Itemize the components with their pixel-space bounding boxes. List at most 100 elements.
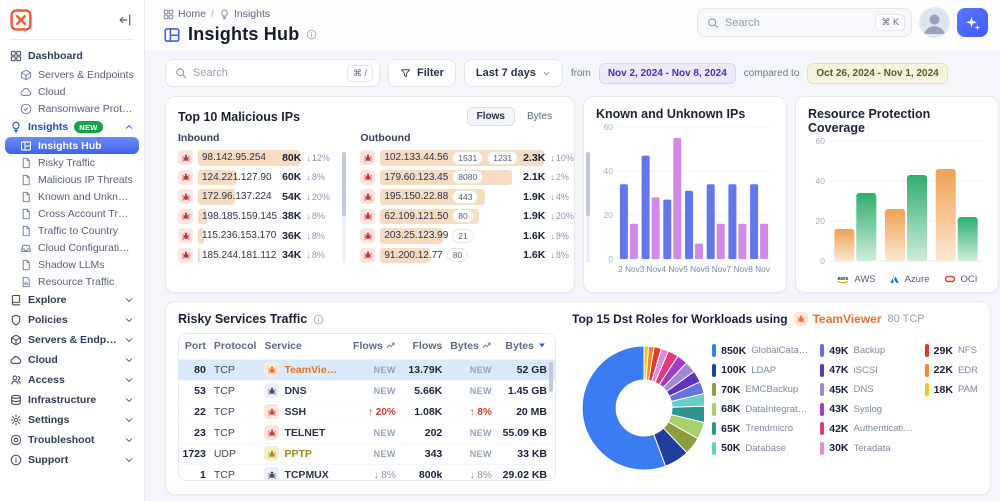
dashboard-search-input[interactable]: Search ⌘ / bbox=[165, 59, 380, 87]
table-row-dns[interactable]: 53TCPDNSNEW5.66KNEW1.45 GB bbox=[179, 380, 555, 401]
info-icon[interactable] bbox=[313, 314, 324, 325]
bug-icon bbox=[267, 365, 277, 375]
compare-date-range[interactable]: Oct 26, 2024 - Nov 1, 2024 bbox=[807, 63, 947, 84]
global-search-input[interactable]: Search ⌘ K bbox=[697, 8, 912, 37]
primary-date-range[interactable]: Nov 2, 2024 - Nov 8, 2024 bbox=[599, 63, 736, 84]
bug-icon bbox=[181, 211, 191, 221]
user-avatar[interactable] bbox=[920, 8, 949, 37]
date-range-select[interactable]: Last 7 days bbox=[464, 59, 563, 87]
scrollbar-thumb[interactable] bbox=[586, 152, 590, 216]
malicious-ip-row[interactable]: 195.150.22.884431.9K↓4% bbox=[360, 187, 582, 207]
sidebar-item-troubleshoot[interactable]: Troubleshoot bbox=[5, 430, 139, 450]
sidebar-item-settings[interactable]: Settings bbox=[5, 410, 139, 430]
sidebar-item-insights-hub[interactable]: Insights Hub bbox=[5, 137, 139, 154]
table-scrollbar[interactable] bbox=[549, 362, 553, 392]
sidebar-item-cloud[interactable]: Cloud bbox=[5, 350, 139, 370]
column-header-port[interactable]: Port bbox=[179, 334, 214, 359]
column-header-protocol[interactable]: Protocol bbox=[214, 334, 265, 359]
malicious-ip-row[interactable]: 62.109.121.50801.9K↓20% bbox=[360, 207, 582, 227]
table-row-pptp[interactable]: 1723UDPPPTPNEW343NEW33 KB bbox=[179, 443, 555, 464]
legend-item-backup[interactable]: 49KBackup bbox=[820, 344, 912, 357]
column-header-flows[interactable]: Flows bbox=[351, 334, 404, 359]
legend-item-pam[interactable]: 18KPAM bbox=[925, 383, 978, 396]
sidebar-item-known-and-unknown-i[interactable]: Known and Unknown I… bbox=[5, 188, 139, 205]
chevron-down-icon bbox=[124, 435, 134, 445]
sidebar-item-access[interactable]: Access bbox=[5, 370, 139, 390]
table-row-telnet[interactable]: 23TCPTELNETNEW202NEW55.09 KB bbox=[179, 422, 555, 443]
table-row-tcpmux[interactable]: 1TCPTCPMUX↓ 8%800k↓ 8%29.02 KB bbox=[179, 464, 555, 481]
outbound-scrollbar[interactable] bbox=[586, 152, 590, 263]
column-header-bytes[interactable]: Bytes bbox=[450, 334, 500, 359]
breadcrumb-home[interactable]: Home bbox=[163, 8, 206, 20]
malicious-ip-row[interactable]: 172.96.137.22454K↓20% bbox=[178, 187, 338, 207]
sidebar-item-traffic-to-country[interactable]: Traffic to Country bbox=[5, 222, 139, 239]
legend-item-nfs[interactable]: 29KNFS bbox=[925, 344, 978, 357]
sidebar-item-servers-endpoints[interactable]: Servers & Endpoints bbox=[5, 66, 139, 83]
ip-address: 203.25.123.9921 bbox=[380, 229, 473, 243]
legend-item-trendmicro[interactable]: 65KTrendmicro bbox=[712, 422, 808, 435]
info-icon[interactable] bbox=[306, 29, 317, 40]
toggle-option-bytes[interactable]: Bytes bbox=[517, 107, 562, 126]
ip-value: 60K bbox=[282, 171, 301, 183]
flows-cell: 343 bbox=[404, 443, 450, 464]
sidebar-item-servers-endpoints[interactable]: Servers & Endpoints bbox=[5, 330, 139, 350]
legend-value: 49K bbox=[829, 345, 848, 357]
search-placeholder: Search bbox=[193, 67, 341, 79]
breadcrumb-insights[interactable]: Insights bbox=[219, 8, 270, 20]
svg-text:2 Nov: 2 Nov bbox=[618, 264, 641, 274]
filter-bar: Search ⌘ / Filter Last 7 days from Nov 2… bbox=[165, 58, 991, 88]
sidebar-item-shadow-llms[interactable]: Shadow LLMs bbox=[5, 256, 139, 273]
legend-item-dns[interactable]: 45KDNS bbox=[820, 383, 912, 396]
inbound-scrollbar[interactable] bbox=[342, 152, 346, 263]
filter-button[interactable]: Filter bbox=[388, 59, 456, 87]
sidebar-item-dashboard[interactable]: Dashboard bbox=[5, 46, 139, 66]
sidebar-item-cloud[interactable]: Cloud bbox=[5, 83, 139, 100]
malicious-ip-icon bbox=[360, 209, 375, 224]
malicious-ip-row[interactable]: 198.185.159.14538K↓8% bbox=[178, 207, 338, 227]
legend-item-syslog[interactable]: 43KSyslog bbox=[820, 403, 912, 416]
collapse-sidebar-icon[interactable] bbox=[118, 13, 132, 27]
sidebar-item-policies[interactable]: Policies bbox=[5, 310, 139, 330]
sidebar-header bbox=[0, 0, 144, 36]
bytes-cell: 55.09 KB bbox=[500, 422, 555, 443]
sidebar-item-support[interactable]: Support bbox=[5, 450, 139, 470]
column-header-flows[interactable]: Flows bbox=[404, 334, 450, 359]
table-row-ssh[interactable]: 22TCPSSH↑ 20%1.08K↑ 8%20 MB bbox=[179, 401, 555, 422]
malicious-ip-icon bbox=[178, 170, 193, 185]
sidebar-item-infrastructure[interactable]: Infrastructure bbox=[5, 390, 139, 410]
trend-cell: NEW bbox=[351, 380, 404, 401]
malicious-ip-row[interactable]: 203.25.123.99211.6K↓8% bbox=[360, 226, 582, 246]
legend-item-emcbackup[interactable]: 70KEMCBackup bbox=[712, 383, 808, 396]
legend-item-teradata[interactable]: 30KTeradata bbox=[820, 442, 912, 455]
ip-value: 38K bbox=[282, 210, 301, 222]
sidebar-item-explore[interactable]: Explore bbox=[5, 290, 139, 310]
table-row-teamvie[interactable]: 80TCPTeamVie…NEW13.79KNEW52 GB bbox=[179, 359, 555, 380]
legend-item-database[interactable]: 50KDatabase bbox=[712, 442, 808, 455]
sidebar-item-resource-traffic[interactable]: Resource Traffic bbox=[5, 273, 139, 290]
legend-item-globalcata[interactable]: 850KGlobalCata… bbox=[712, 344, 808, 357]
legend-item-authenticati[interactable]: 42KAuthenticati… bbox=[820, 422, 912, 435]
malicious-ip-row[interactable]: 179.60.123.4580802.1K↓2% bbox=[360, 168, 582, 188]
ai-assistant-button[interactable] bbox=[957, 8, 988, 37]
malicious-ip-row[interactable]: 185.244.181.11234K↓8% bbox=[178, 246, 338, 266]
sidebar-item-insights[interactable]: InsightsNEW bbox=[5, 117, 139, 137]
column-header-service[interactable]: Service bbox=[264, 334, 350, 359]
toggle-option-flows[interactable]: Flows bbox=[467, 107, 515, 126]
legend-item-iscsi[interactable]: 47KiSCSI bbox=[820, 364, 912, 377]
sidebar-item-cross-account-traffic[interactable]: Cross Account Traffic bbox=[5, 205, 139, 222]
column-header-bytes[interactable]: Bytes bbox=[500, 334, 555, 359]
bytes-cell: 33 KB bbox=[500, 443, 555, 464]
malicious-ip-row[interactable]: 91.200.12.77801.6K↓8% bbox=[360, 246, 582, 266]
legend-item-edr[interactable]: 22KEDR bbox=[925, 364, 978, 377]
legend-item-dataintegrat[interactable]: 68KDataIntegrat… bbox=[712, 403, 808, 416]
malicious-ip-row[interactable]: 102.133.44.56153112312.3K↓10% bbox=[360, 148, 582, 168]
legend-item-ldap[interactable]: 100KLDAP bbox=[712, 364, 808, 377]
malicious-ip-row[interactable]: 115.236.153.17036K↓8% bbox=[178, 226, 338, 246]
sidebar-item-cloud-configurations[interactable]: Cloud Configurations bbox=[5, 239, 139, 256]
sidebar-item-risky-traffic[interactable]: Risky Traffic bbox=[5, 154, 139, 171]
scrollbar-thumb[interactable] bbox=[342, 152, 346, 216]
sidebar-item-malicious-ip-threats[interactable]: Malicious IP Threats bbox=[5, 171, 139, 188]
sidebar-item-ransomware-protecti[interactable]: Ransomware Protecti… bbox=[5, 100, 139, 117]
malicious-ip-row[interactable]: 124.221.127.9060K↓8% bbox=[178, 168, 338, 188]
malicious-ip-row[interactable]: 98.142.95.25480K↓12% bbox=[178, 148, 338, 168]
